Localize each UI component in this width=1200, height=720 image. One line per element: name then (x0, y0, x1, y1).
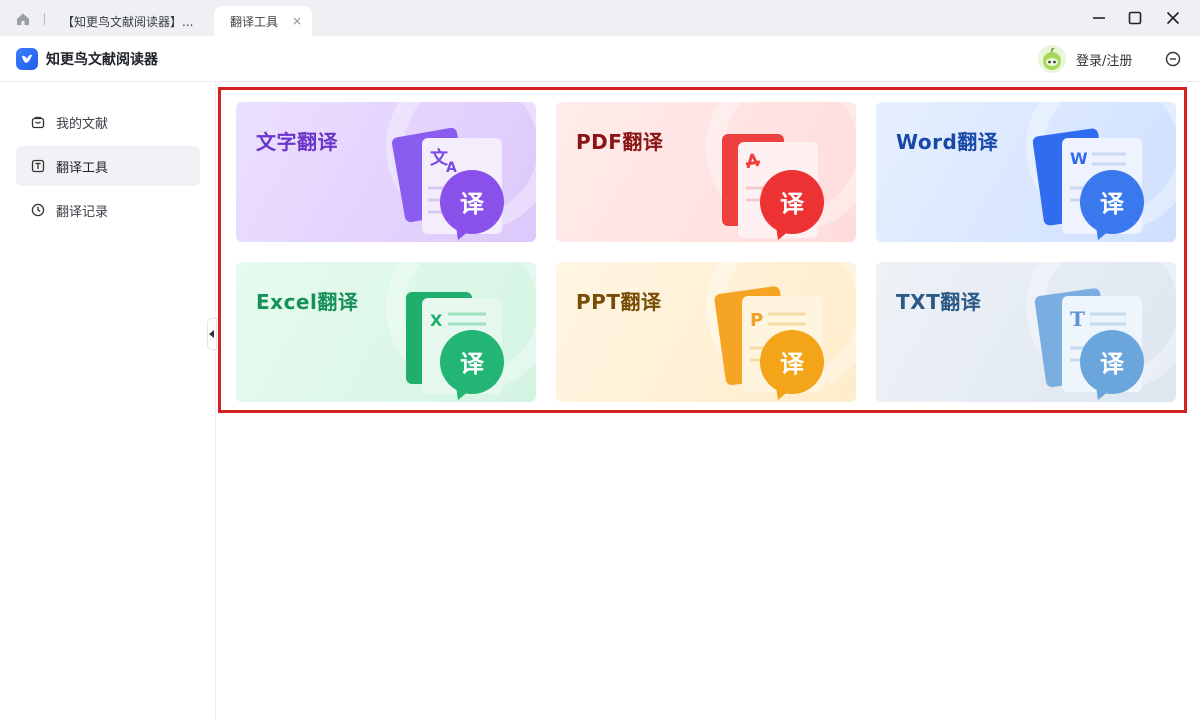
word-file-icon: W 译 (1032, 128, 1144, 240)
svg-text:译: 译 (1100, 190, 1125, 218)
svg-text:译: 译 (780, 350, 805, 378)
collapse-sidebar-handle[interactable] (207, 318, 217, 350)
card-text-translate[interactable]: 文字翻译 文 A 译 (236, 102, 536, 242)
chevron-left-icon (209, 330, 214, 338)
pdf-file-icon: 译 (722, 134, 824, 240)
ppt-file-icon: P 译 (714, 286, 824, 400)
avatar[interactable] (1038, 45, 1066, 73)
home-icon[interactable] (14, 10, 32, 28)
login-register-link[interactable]: 登录/注册 (1076, 50, 1132, 69)
svg-text:X: X (430, 311, 443, 330)
excel-file-icon: X 译 (406, 292, 504, 400)
card-label: Excel翻译 (256, 290, 359, 314)
sidebar-item-translate-history[interactable]: 翻译记录 (16, 190, 200, 230)
sidebar-item-translate-tools[interactable]: 翻译工具 (16, 146, 200, 186)
app-logo (16, 48, 38, 70)
svg-text:译: 译 (460, 350, 485, 378)
tab-translate-tools-label: 翻译工具 (230, 14, 279, 29)
text-translate-icon: 文 A 译 (391, 127, 504, 240)
svg-text:译: 译 (1100, 350, 1125, 378)
app-title: 知更鸟文献阅读器 (46, 52, 158, 68)
maximize-button[interactable] (1124, 7, 1146, 29)
card-ppt-translate[interactable]: PPT翻译 P 译 (556, 262, 856, 402)
card-pdf-translate[interactable]: PDF翻译 译 (556, 102, 856, 242)
sidebar-item-my-documents[interactable]: 我的文献 (16, 102, 200, 142)
clock-icon (30, 202, 46, 218)
card-txt-translate[interactable]: TXT翻译 T 译 (876, 262, 1176, 402)
tab-translate-tools[interactable]: 翻译工具 × (214, 6, 312, 36)
card-excel-translate[interactable]: Excel翻译 X 译 (236, 262, 536, 402)
tab-separator (44, 13, 45, 25)
app-header: 知更鸟文献阅读器 登录/注册 (0, 36, 1200, 82)
sidebar-item-label: 我的文献 (56, 116, 109, 132)
tab-bar: 【知更鸟文献阅读器】... 翻译工具 × (0, 0, 1200, 36)
txt-file-icon: T 译 (1034, 288, 1144, 400)
card-label: PDF翻译 (576, 130, 664, 154)
bag-icon (30, 114, 46, 130)
card-word-translate[interactable]: Word翻译 W 译 (876, 102, 1176, 242)
more-options-icon[interactable] (1164, 50, 1182, 68)
svg-text:译: 译 (460, 190, 485, 218)
card-label: 文字翻译 (256, 130, 338, 154)
card-label: TXT翻译 (896, 290, 982, 314)
card-label: PPT翻译 (576, 290, 662, 314)
tab-reader[interactable]: 【知更鸟文献阅读器】... (56, 6, 206, 36)
svg-text:A: A (446, 160, 457, 176)
svg-text:W: W (1070, 149, 1088, 168)
tab-reader-label: 【知更鸟文献阅读器】... (62, 14, 194, 29)
svg-text:T: T (1070, 307, 1085, 331)
translate-box-icon (30, 158, 46, 174)
close-tab-icon[interactable]: × (292, 14, 302, 28)
close-window-button[interactable] (1162, 7, 1184, 29)
sidebar-item-label: 翻译工具 (56, 160, 109, 176)
minimize-button[interactable] (1088, 7, 1110, 29)
sidebar-item-label: 翻译记录 (56, 204, 109, 220)
sidebar: 我的文献 翻译工具 翻译记录 (0, 82, 217, 720)
card-label: Word翻译 (896, 130, 999, 154)
svg-text:译: 译 (780, 190, 805, 218)
svg-text:P: P (750, 310, 763, 331)
